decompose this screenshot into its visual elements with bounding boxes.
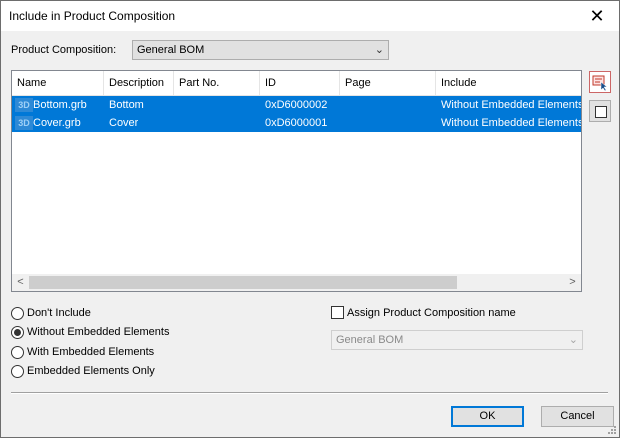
scroll-right-icon[interactable]: > [564,274,581,291]
radio-without-embedded-label[interactable]: Without Embedded Elements [27,326,169,338]
assign-name-value: General BOM [336,334,404,346]
checkbox-square-button[interactable] [589,100,611,122]
radio-with-embedded[interactable] [11,346,24,359]
row-description: Cover [109,117,139,129]
column-header-page[interactable]: Page [340,71,436,95]
column-header-part-no[interactable]: Part No. [174,71,260,95]
horizontal-scrollbar[interactable]: < > [12,274,581,291]
row-id: 0xD6000002 [265,99,328,111]
window-title: Include in Product Composition [9,9,176,23]
select-in-drawing-button[interactable] [589,71,611,93]
table-row[interactable]: 3D Bottom.grb Bottom 0xD6000002 Without … [12,96,581,114]
assign-name-checkbox[interactable] [331,306,344,319]
row-id: 0xD6000001 [265,117,328,129]
cancel-button[interactable]: Cancel [541,406,614,427]
grid-header: Name Description Part No. ID Page Includ… [12,71,581,96]
row-name: Cover.grb [33,117,81,129]
include-in-product-composition-dialog: Include in Product Composition ✕ Product… [0,0,620,438]
column-header-name[interactable]: Name [12,71,104,95]
product-composition-value: General BOM [137,44,205,56]
scrollbar-thumb[interactable] [29,276,457,289]
row-name: Bottom.grb [33,99,87,111]
radio-embedded-only[interactable] [11,365,24,378]
checkbox-square-icon [595,106,607,118]
row-description: Bottom [109,99,144,111]
3d-element-icon: 3D [15,98,33,112]
product-composition-dropdown[interactable]: General BOM ⌄ [132,40,389,60]
scroll-left-icon[interactable]: < [12,274,29,291]
chevron-down-icon: ⌄ [568,334,578,346]
column-header-id[interactable]: ID [260,71,340,95]
3d-element-icon: 3D [15,116,33,130]
radio-embedded-only-label[interactable]: Embedded Elements Only [27,365,155,377]
product-composition-label: Product Composition: [11,44,117,56]
ok-button[interactable]: OK [451,406,524,427]
table-row[interactable]: 3D Cover.grb Cover 0xD6000001 Without Em… [12,114,581,132]
chevron-down-icon: ⌄ [374,44,384,56]
radio-dont-include[interactable] [11,307,24,320]
radio-dont-include-label[interactable]: Don't Include [27,307,91,319]
row-include: Without Embedded Elements [441,117,581,129]
assign-name-label[interactable]: Assign Product Composition name [347,307,516,319]
column-header-description[interactable]: Description [104,71,174,95]
assign-name-dropdown: General BOM ⌄ [331,330,583,350]
title-bar: Include in Product Composition ✕ [1,1,619,31]
radio-with-embedded-label[interactable]: With Embedded Elements [27,346,154,358]
row-include: Without Embedded Elements [441,99,581,111]
close-icon[interactable]: ✕ [575,1,619,31]
separator [11,392,608,394]
radio-without-embedded[interactable] [11,326,24,339]
resize-grip-icon[interactable] [607,425,617,435]
column-header-include[interactable]: Include [436,71,581,95]
elements-grid[interactable]: Name Description Part No. ID Page Includ… [11,70,582,292]
select-in-drawing-icon [592,75,608,92]
